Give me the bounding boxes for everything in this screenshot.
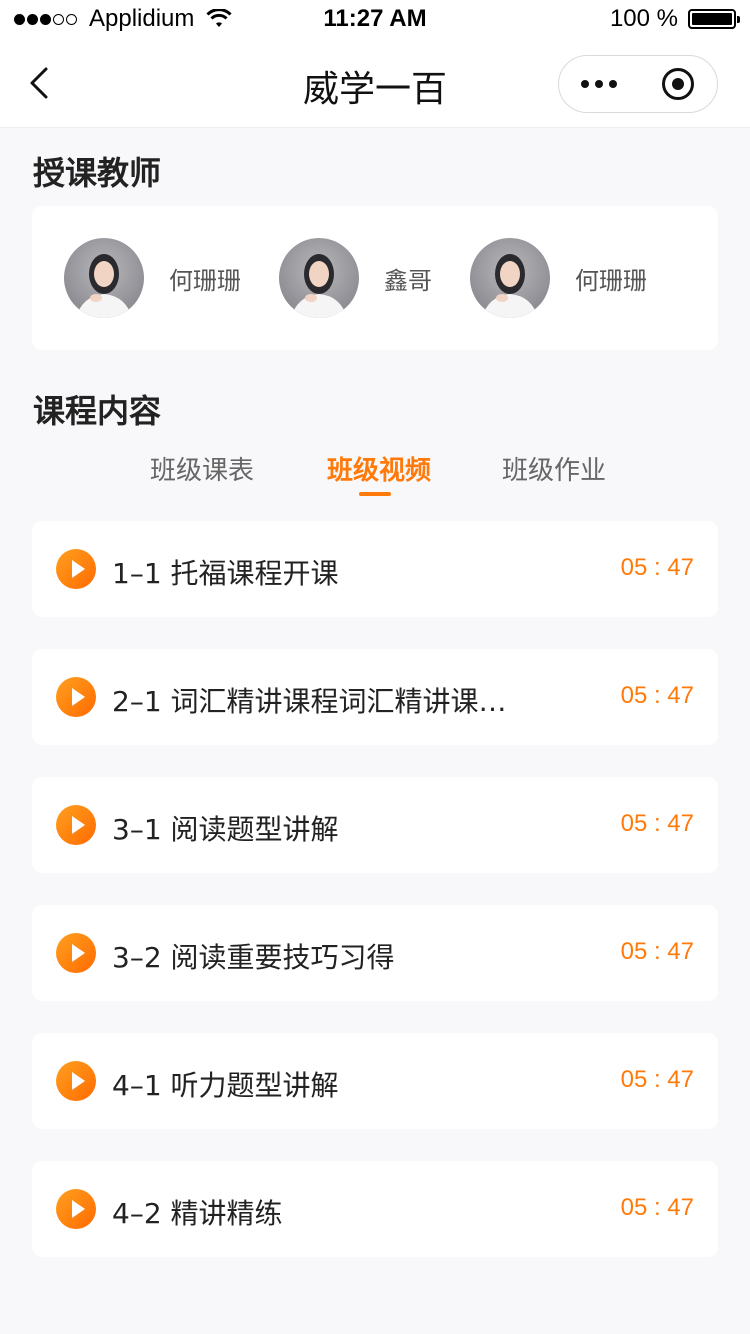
teacher-name: 鑫哥 (384, 266, 432, 295)
play-icon[interactable] (56, 677, 96, 717)
video-title: 4–2 精讲精练 (112, 1197, 283, 1230)
video-title: 4–1 听力题型讲解 (112, 1069, 339, 1102)
video-title: 1–1 托福课程开课 (112, 557, 339, 590)
video-duration: 05 : 47 (620, 682, 694, 709)
video-title: 2–1 词汇精讲课程词汇精讲课程词汇精讲课程 (112, 685, 522, 718)
video-item[interactable]: 2–1 词汇精讲课程词汇精讲课程词汇精讲课程 05 : 47 (32, 649, 718, 745)
status-bar: Applidium 11:27 AM 100 % (0, 0, 750, 40)
video-title: 3–1 阅读题型讲解 (112, 813, 339, 846)
video-duration: 05 : 47 (620, 1194, 694, 1221)
active-tab-indicator (359, 492, 391, 496)
video-item[interactable]: 1–1 托福课程开课 05 : 47 (32, 521, 718, 617)
teachers-card: 何珊珊 鑫哥 何珊珊 (32, 206, 718, 350)
teacher-name: 何珊珊 (169, 266, 241, 295)
tab-videos[interactable]: 班级视频 (327, 450, 431, 487)
target-icon[interactable] (639, 68, 717, 100)
status-right: 100 % (609, 5, 740, 33)
video-duration: 05 : 47 (620, 554, 694, 581)
video-item[interactable]: 3–1 阅读题型讲解 05 : 47 (32, 777, 718, 873)
more-dots-icon[interactable] (559, 80, 639, 88)
battery-percent: 100 % (609, 5, 678, 32)
avatar (470, 238, 550, 318)
video-item[interactable]: 3–2 阅读重要技巧习得 05 : 47 (32, 905, 718, 1001)
teacher-item[interactable]: 鑫哥 (279, 238, 432, 318)
video-title: 3–2 阅读重要技巧习得 (112, 941, 395, 974)
play-icon[interactable] (56, 1061, 96, 1101)
video-duration: 05 : 47 (620, 938, 694, 965)
video-item[interactable]: 4–2 精讲精练 05 : 47 (32, 1161, 718, 1257)
teachers-section-title: 授课教师 (33, 154, 162, 192)
video-item[interactable]: 4–1 听力题型讲解 05 : 47 (32, 1033, 718, 1129)
teacher-item[interactable]: 何珊珊 (470, 238, 647, 318)
play-icon[interactable] (56, 805, 96, 845)
play-icon[interactable] (56, 1189, 96, 1229)
avatar (279, 238, 359, 318)
teacher-name: 何珊珊 (575, 266, 647, 295)
nav-bar: 威学一百 (0, 40, 750, 128)
course-section-title: 课程内容 (33, 392, 162, 430)
video-duration: 05 : 47 (620, 1066, 694, 1093)
play-icon[interactable] (56, 933, 96, 973)
avatar (64, 238, 144, 318)
course-tabs: 班级课表 班级视频 班级作业 (0, 440, 750, 500)
teacher-item[interactable]: 何珊珊 (64, 238, 241, 318)
video-duration: 05 : 47 (620, 810, 694, 837)
mini-program-capsule (558, 55, 718, 113)
tab-schedule[interactable]: 班级课表 (150, 450, 254, 487)
battery-icon (688, 9, 740, 29)
tab-homework[interactable]: 班级作业 (502, 450, 606, 487)
play-icon[interactable] (56, 549, 96, 589)
